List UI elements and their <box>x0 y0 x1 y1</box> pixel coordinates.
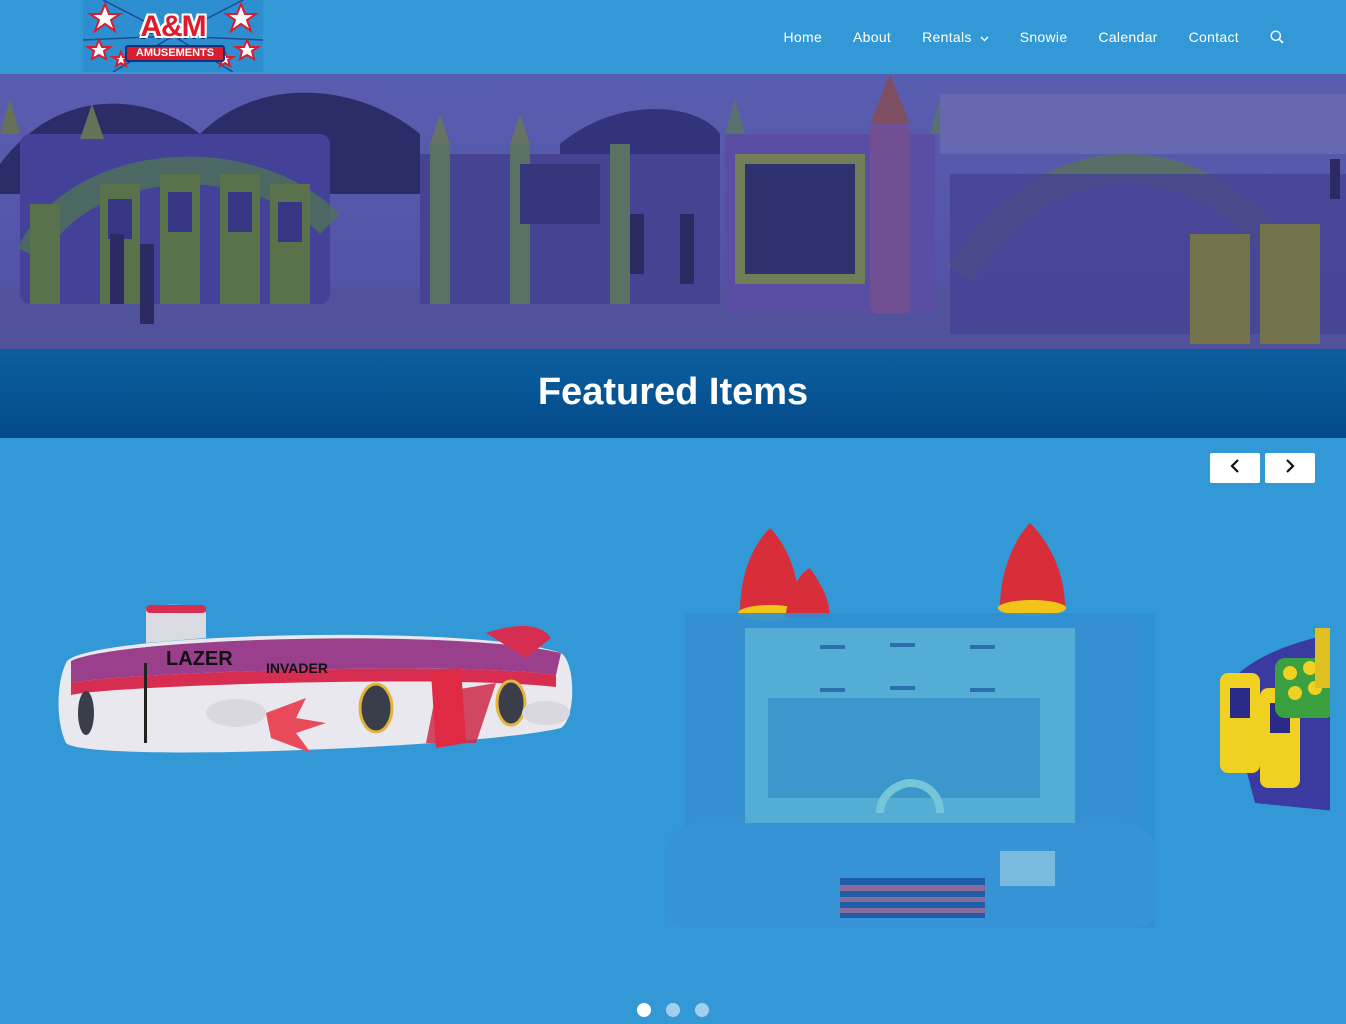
nav-calendar[interactable]: Calendar <box>1098 29 1157 45</box>
svg-text:INVADER: INVADER <box>266 660 328 676</box>
nav-calendar-label: Calendar <box>1098 29 1158 45</box>
featured-carousel: LAZER INVADER <box>0 438 1346 1024</box>
carousel-next-button[interactable] <box>1265 453 1315 483</box>
nav-rentals[interactable]: Rentals <box>922 29 989 45</box>
nav-contact-label: Contact <box>1188 29 1239 45</box>
logo-title: A&M <box>140 10 206 43</box>
nav-contact[interactable]: Contact <box>1189 29 1239 45</box>
carousel-slide-castle-bounce[interactable] <box>660 523 1155 933</box>
carousel-dot-2[interactable] <box>666 1003 680 1017</box>
carousel-pagination <box>0 1003 1346 1017</box>
nav-rentals-label: Rentals <box>922 29 972 45</box>
carousel-slide-obstacle[interactable] <box>1215 628 1330 813</box>
carousel-dot-3[interactable] <box>695 1003 709 1017</box>
chevron-right-icon <box>1285 458 1295 478</box>
featured-title: Featured Items <box>537 371 809 413</box>
nav-about-label: About <box>853 29 892 45</box>
logo-subtitle: AMUSEMENTS <box>125 45 225 62</box>
main-nav: Home About Rentals Snowie Calendar Conta… <box>752 0 1284 74</box>
carousel-dot-1[interactable] <box>637 1003 651 1017</box>
nav-snowie[interactable]: Snowie <box>1020 29 1068 45</box>
search-icon[interactable] <box>1270 30 1284 44</box>
chevron-down-icon <box>980 29 989 45</box>
nav-home-label: Home <box>783 29 823 45</box>
nav-snowie-label: Snowie <box>1019 29 1068 45</box>
nav-home[interactable]: Home <box>783 29 822 45</box>
featured-section-header: Featured Items <box>0 349 1346 438</box>
site-logo[interactable]: A&M AMUSEMENTS <box>83 0 263 72</box>
svg-text:LAZER: LAZER <box>166 648 233 670</box>
carousel-prev-button[interactable] <box>1210 453 1260 483</box>
carousel-slide-lazer-invader[interactable]: LAZER INVADER <box>56 603 576 768</box>
nav-about[interactable]: About <box>853 29 891 45</box>
site-header: A&M AMUSEMENTS Home About Rentals Snowie… <box>0 0 1346 74</box>
chevron-left-icon <box>1230 458 1240 478</box>
hero-banner-image <box>0 74 1346 349</box>
